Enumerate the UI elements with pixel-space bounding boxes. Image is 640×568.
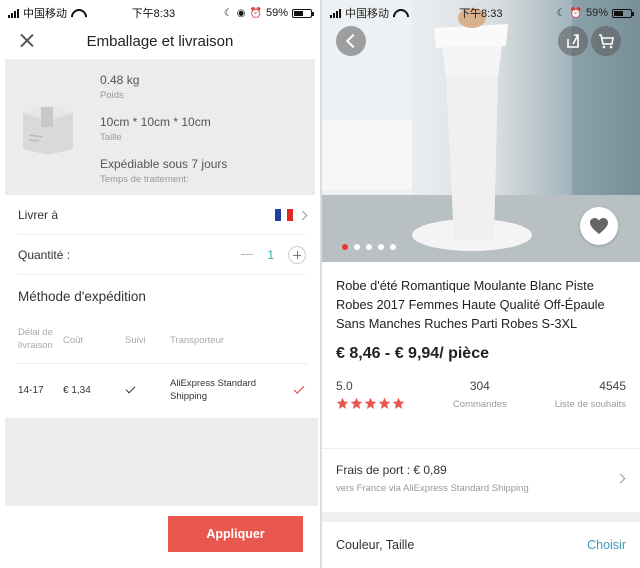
carrier-value: AliExpress Standard Shipping bbox=[170, 378, 257, 402]
dispatch-label: Temps de traitement: bbox=[100, 174, 189, 185]
battery-percent: 59% bbox=[265, 7, 288, 19]
orders-value: 304 bbox=[469, 379, 490, 393]
carousel-dots bbox=[342, 244, 396, 250]
column-delay: Délai de livraison bbox=[18, 327, 53, 351]
wifi-icon bbox=[71, 9, 83, 18]
delay-value: 14-17 bbox=[18, 385, 44, 396]
wishlist-value: 4545 bbox=[599, 379, 626, 393]
quantity-row: Quantité : 1 bbox=[18, 235, 306, 275]
shipping-sheet: 中国移动 下午8:33 ☾ ◉ ⏰ 59% Emballage et livra… bbox=[0, 0, 320, 568]
attributes-label: Couleur, Taille bbox=[336, 538, 415, 552]
close-icon[interactable] bbox=[18, 31, 36, 49]
heart-icon[interactable] bbox=[580, 207, 618, 245]
quantity-label: Quantité : bbox=[18, 247, 71, 262]
apply-button[interactable]: Appliquer bbox=[168, 516, 303, 552]
column-cost: Coût bbox=[63, 335, 84, 346]
carousel-dot[interactable] bbox=[378, 244, 384, 250]
shipping-fee: Frais de port : € 0,89 bbox=[336, 463, 447, 477]
cost-value: € 1,34 bbox=[63, 385, 91, 396]
size-value: 10cm * 10cm * 10cm bbox=[100, 115, 211, 129]
product-stats: 5.0 304 Commandes 4545 Liste de souhaits bbox=[336, 379, 626, 410]
product-price: € 8,46 - € 9,94/ pièce bbox=[336, 345, 489, 362]
shipping-destination: vers France via AliExpress Standard Ship… bbox=[336, 483, 529, 494]
back-icon[interactable] bbox=[336, 26, 366, 56]
wishlist-label: Liste de souhaits bbox=[554, 399, 626, 410]
weight-label: Poids bbox=[100, 90, 124, 101]
status-bar: 中国移动 下午8:33 ☾ ◉ ⏰ 59% bbox=[0, 0, 320, 26]
carousel-dot[interactable] bbox=[390, 244, 396, 250]
carousel-dot[interactable] bbox=[354, 244, 360, 250]
rating-value: 5.0 bbox=[336, 379, 353, 393]
weight-value: 0.48 kg bbox=[100, 73, 140, 87]
battery-percent: 59% bbox=[585, 7, 608, 19]
dispatch-value: Expédiable sous 7 jours bbox=[100, 157, 228, 171]
cart-icon[interactable] bbox=[591, 26, 621, 56]
choose-link[interactable]: Choisir bbox=[587, 538, 626, 552]
status-time: 下午8:33 bbox=[131, 8, 176, 20]
shipping-method-title: Méthode d'expédition bbox=[18, 289, 146, 304]
chevron-right-icon bbox=[297, 210, 308, 221]
carousel-dot[interactable] bbox=[342, 244, 348, 250]
column-carrier: Transporteur bbox=[170, 335, 225, 346]
star-icon bbox=[392, 397, 405, 410]
minus-icon[interactable] bbox=[241, 254, 254, 255]
shipping-fee-row[interactable]: Frais de port : € 0,89 vers France via A… bbox=[322, 448, 640, 508]
status-time: 下午8:33 bbox=[459, 8, 503, 20]
star-icon bbox=[364, 397, 377, 410]
quantity-value: 1 bbox=[267, 247, 274, 262]
battery-icon bbox=[612, 8, 634, 18]
sheet-title: Emballage et livraison bbox=[86, 32, 234, 50]
empty-area bbox=[5, 418, 318, 506]
star-icon bbox=[378, 397, 391, 410]
package-details: 0.48 kg Poids 10cm * 10cm * 10cm Taille … bbox=[5, 59, 315, 195]
attributes-row[interactable]: Couleur, Taille Choisir bbox=[322, 522, 640, 568]
moon-icon: ☾ bbox=[223, 7, 233, 19]
product-info: Robe d'été Romantique Moulante Blanc Pis… bbox=[322, 262, 640, 512]
product-page: 中国移动 下午8:33 ☾ ⏰ 59% Robe d'été Romantiqu… bbox=[322, 0, 640, 568]
alarm-icon: ⏰ bbox=[249, 7, 262, 19]
alarm-icon: ⏰ bbox=[569, 7, 582, 19]
check-icon bbox=[125, 383, 136, 394]
share-icon[interactable] bbox=[558, 26, 588, 56]
deliver-to-label: Livrer à bbox=[18, 207, 59, 222]
carrier-name: 中国移动 bbox=[23, 8, 67, 20]
quantity-stepper: 1 bbox=[241, 245, 306, 264]
battery-icon bbox=[291, 8, 314, 18]
column-tracking: Suivi bbox=[125, 335, 146, 346]
france-flag-icon bbox=[275, 209, 293, 222]
rating-stars bbox=[336, 397, 405, 410]
carrier-name: 中国移动 bbox=[345, 8, 389, 20]
lock-rotation-icon: ◉ bbox=[236, 7, 246, 19]
star-icon bbox=[350, 397, 363, 410]
signal-icon bbox=[330, 8, 341, 18]
carousel-dot[interactable] bbox=[366, 244, 372, 250]
signal-icon bbox=[8, 8, 19, 18]
wifi-icon bbox=[393, 9, 405, 18]
plus-icon[interactable] bbox=[288, 245, 306, 264]
product-title: Robe d'été Romantique Moulante Blanc Pis… bbox=[336, 278, 605, 331]
selected-check-icon bbox=[293, 383, 305, 394]
status-bar-right: 中国移动 下午8:33 ☾ ⏰ 59% bbox=[322, 0, 640, 26]
deliver-to-row[interactable]: Livrer à bbox=[18, 195, 308, 235]
shipping-option-row[interactable]: 14-17 € 1,34 AliExpress Standard Shippin… bbox=[18, 364, 308, 414]
product-photo[interactable]: 中国移动 下午8:33 ☾ ⏰ 59% bbox=[322, 0, 640, 262]
size-label: Taille bbox=[100, 132, 122, 143]
sheet-header: Emballage et livraison bbox=[0, 26, 320, 56]
star-icon bbox=[336, 397, 349, 410]
moon-icon: ☾ bbox=[556, 7, 566, 19]
orders-label: Commandes bbox=[452, 399, 507, 410]
package-icon bbox=[23, 105, 73, 155]
